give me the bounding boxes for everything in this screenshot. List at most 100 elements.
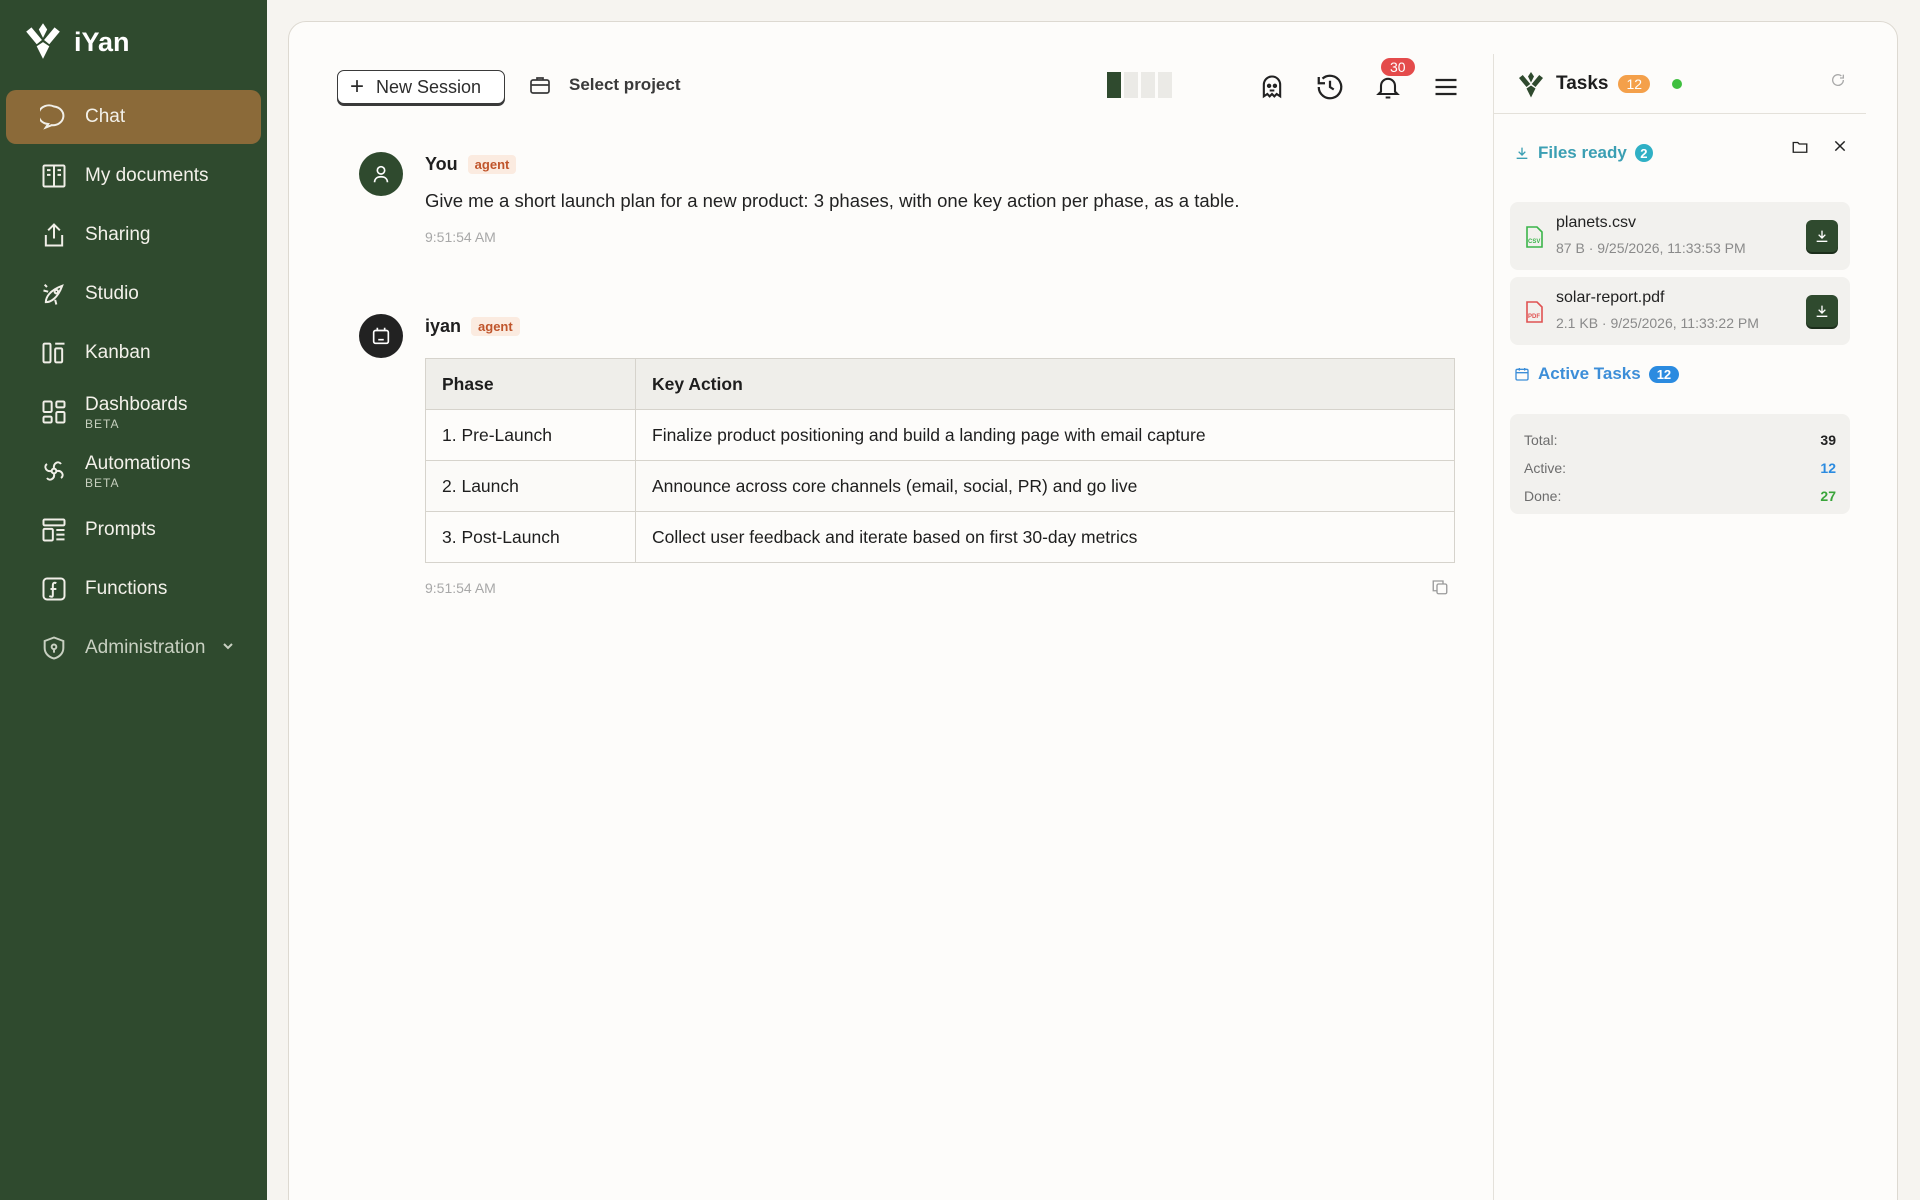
menu-icon[interactable] <box>1429 70 1463 104</box>
table-cell: 3. Post-Launch <box>425 511 636 563</box>
agent-tag: agent <box>467 155 517 174</box>
status-dot <box>1672 78 1683 89</box>
toolbar: + New Session Select project 30 <box>337 58 1477 118</box>
rocket-icon <box>39 279 69 309</box>
bell-icon[interactable]: 30 <box>1371 58 1415 104</box>
history-icon[interactable] <box>1313 70 1347 104</box>
files-actions <box>1790 138 1848 161</box>
active-tasks-count: 12 <box>1648 365 1680 383</box>
bot-icon <box>372 327 390 345</box>
logo-icon <box>22 19 64 66</box>
sidebar-item-label: Sharing <box>85 224 151 245</box>
table-cell: 2. Launch <box>425 460 636 512</box>
svg-text:CSV: CSV <box>1528 239 1540 245</box>
stat-label: Total: <box>1524 432 1558 448</box>
prompt-list-icon <box>39 515 69 545</box>
automation-icon <box>39 456 69 486</box>
agent-tag: agent <box>471 317 520 336</box>
chevron-down-icon[interactable] <box>221 639 235 658</box>
sidebar-item-label: My documents <box>85 165 209 186</box>
sidebar-item-prompts[interactable]: Prompts <box>6 503 261 557</box>
sidebar-item-label: Studio <box>85 283 139 304</box>
brand[interactable]: iYan <box>0 0 267 84</box>
stat-label: Active: <box>1524 460 1567 476</box>
active-tasks-heading[interactable]: Active Tasks 12 <box>1514 364 1680 384</box>
tasks-panel-header: Tasks 12 <box>1494 54 1866 114</box>
file-meta: 87 B · 9/25/2026, 11:33:53 PM <box>1556 240 1746 256</box>
sidebar-item-label: Prompts <box>85 519 156 540</box>
column-header: Key Action <box>635 358 1455 410</box>
user-icon <box>373 165 389 183</box>
sidebar-item-my-documents[interactable]: My documents <box>6 149 261 203</box>
ghost-icon[interactable] <box>1255 70 1289 104</box>
share-icon <box>39 220 69 250</box>
beta-label: BETA <box>85 475 120 490</box>
files-ready-heading[interactable]: Files ready 2 <box>1514 143 1653 163</box>
plus-icon: + <box>350 73 365 100</box>
briefcase-icon <box>530 77 550 94</box>
stat-total: Total: 39 <box>1524 426 1836 454</box>
message-timestamp: 9:51:54 AM <box>425 580 496 596</box>
sidebar-item-label: Functions <box>85 578 168 599</box>
pdf-file-icon: PDF <box>1524 301 1544 328</box>
sidebar-item-label: Dashboards <box>85 393 188 415</box>
files-ready-label: Files ready <box>1538 143 1627 162</box>
user-avatar <box>359 152 403 196</box>
stat-done: Done: 27 <box>1524 482 1836 510</box>
layout-toggle[interactable] <box>1107 72 1172 98</box>
stat-value: 27 <box>1820 488 1836 504</box>
sidebar-item-chat[interactable]: Chat <box>6 90 261 144</box>
book-icon <box>39 161 69 191</box>
table-cell: Finalize product positioning and build a… <box>635 409 1455 461</box>
message-author: You <box>425 154 458 174</box>
file-item[interactable]: PDF solar-report.pdf 2.1 KB · 9/25/2026,… <box>1510 277 1850 345</box>
logo-icon <box>1519 71 1543 97</box>
sidebar-item-label: Kanban <box>85 342 151 363</box>
table-header-row: Phase Key Action <box>425 358 1455 410</box>
file-meta: 2.1 KB · 9/25/2026, 11:33:22 PM <box>1556 315 1759 331</box>
tasks-count-badge: 12 <box>1618 74 1651 93</box>
sidebar-item-administration[interactable]: Administration <box>6 621 261 675</box>
sidebar-nav: Chat My documents Sharing Studio Kanban … <box>0 84 267 675</box>
svg-text:PDF: PDF <box>1528 314 1540 320</box>
assistant-avatar <box>359 314 403 358</box>
sidebar-item-automations[interactable]: Automations BETA <box>6 444 261 498</box>
layout-bar <box>1141 72 1155 98</box>
chat-bubble-icon <box>39 102 69 132</box>
sidebar-item-studio[interactable]: Studio <box>6 267 261 321</box>
task-stats: Total: 39 Active: 12 Done: 27 <box>1510 414 1850 514</box>
download-button[interactable] <box>1806 295 1838 327</box>
active-tasks-label: Active Tasks <box>1538 364 1641 383</box>
close-icon[interactable] <box>1832 138 1848 161</box>
message-timestamp: 9:51:54 AM <box>425 229 496 245</box>
copy-icon[interactable] <box>1431 578 1449 601</box>
tasks-panel: Tasks 12 Files ready 2 CSV planets.csv 8… <box>1493 54 1866 1200</box>
download-icon <box>1816 305 1828 317</box>
sidebar-item-sharing[interactable]: Sharing <box>6 208 261 262</box>
message-header: You agent <box>425 154 517 175</box>
download-button[interactable] <box>1806 220 1838 252</box>
sidebar-item-dashboards[interactable]: Dashboards BETA <box>6 385 261 439</box>
launch-plan-table: Phase Key Action 1. Pre-Launch Finalize … <box>425 358 1455 563</box>
file-item[interactable]: CSV planets.csv 87 B · 9/25/2026, 11:33:… <box>1510 202 1850 270</box>
table-row: 2. Launch Announce across core channels … <box>425 460 1455 512</box>
layout-bar <box>1107 72 1121 98</box>
sidebar-item-kanban[interactable]: Kanban <box>6 326 261 380</box>
sidebar-item-functions[interactable]: Functions <box>6 562 261 616</box>
layout-bar <box>1158 72 1172 98</box>
select-project-label: Select project <box>569 75 681 94</box>
notification-count-badge: 30 <box>1381 58 1415 76</box>
refresh-icon[interactable] <box>1830 72 1846 93</box>
folder-open-icon[interactable] <box>1790 138 1810 161</box>
stat-value: 39 <box>1820 432 1836 448</box>
file-name: solar-report.pdf <box>1556 289 1665 306</box>
new-session-button[interactable]: + New Session <box>337 70 505 104</box>
select-project-button[interactable]: Select project <box>529 75 681 95</box>
tasks-title: Tasks <box>1556 72 1609 94</box>
new-session-label: New Session <box>376 76 482 97</box>
table-cell: Collect user feedback and iterate based … <box>635 511 1455 563</box>
message-author: iyan <box>425 316 462 336</box>
files-ready-count: 2 <box>1634 144 1653 162</box>
dashboard-icon <box>39 397 69 427</box>
download-icon <box>1816 230 1828 242</box>
